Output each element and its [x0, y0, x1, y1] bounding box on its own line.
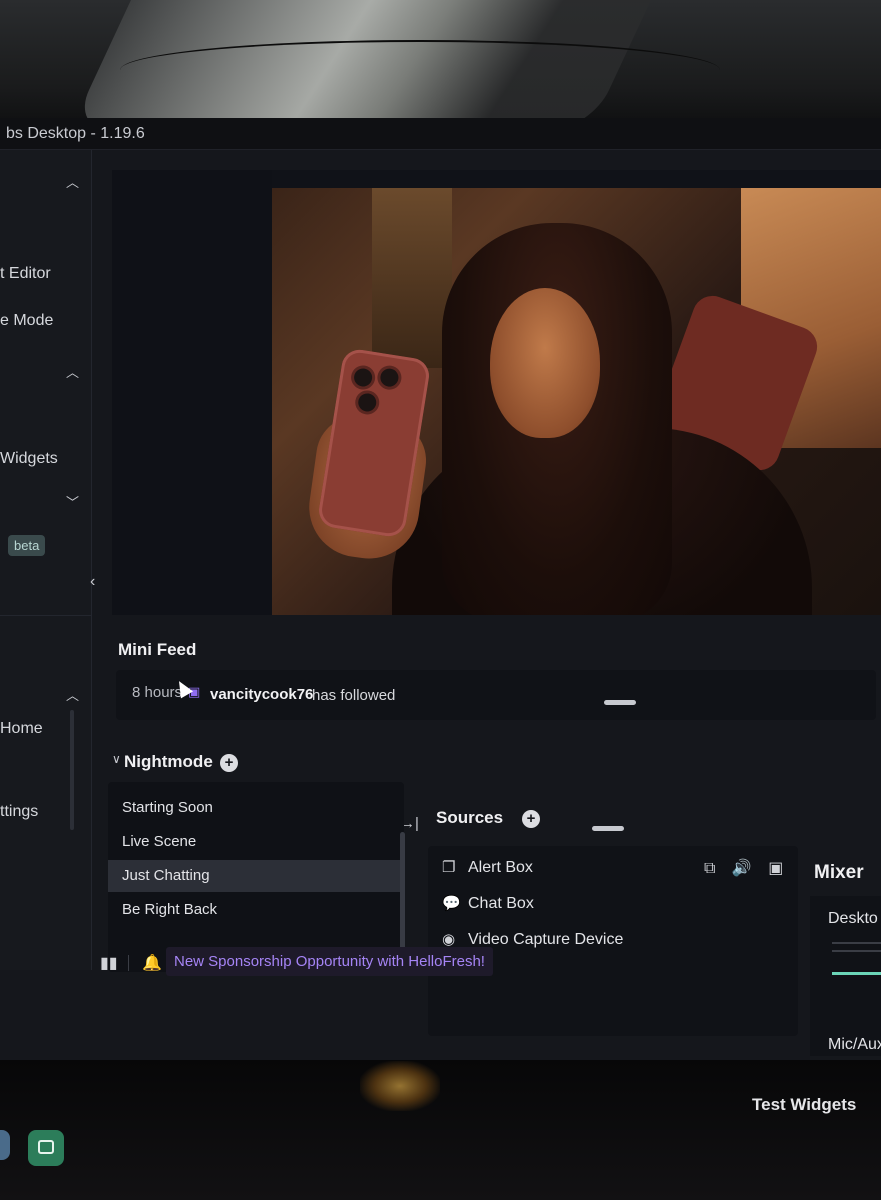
- mixer-title: Mixer: [814, 862, 864, 883]
- resize-handle[interactable]: [604, 700, 636, 705]
- webcam-icon: ◉: [442, 931, 456, 948]
- webcam-feed: [272, 188, 881, 615]
- feed-event[interactable]: 8 hours ▣ vancitycook76 has followed: [116, 670, 876, 720]
- stats-icon[interactable]: ▮▮: [100, 953, 118, 973]
- sidebar-divider: [0, 615, 92, 616]
- sidebar-item-mode[interactable]: e Mode: [0, 312, 53, 330]
- mini-feed: Mini Feed 8 hours ▣ vancitycook76 has fo…: [102, 618, 881, 738]
- mixer-channel-desktop: Deskto: [828, 910, 878, 927]
- chevron-up-icon[interactable]: ︿: [66, 362, 79, 381]
- display-source-icon[interactable]: ⧉: [704, 860, 715, 878]
- mixer-panel: Mixer Deskto Mic/Aux: [806, 858, 881, 1058]
- light-reflection: [360, 1061, 440, 1111]
- add-scene-icon[interactable]: +: [220, 754, 238, 772]
- camera-lens: [356, 392, 378, 413]
- scenes-panel: ∨ Nightmode + |→| Starting Soon Live Sce…: [102, 740, 422, 972]
- streamlabs-taskbar-icon[interactable]: [28, 1130, 64, 1166]
- taskbar-app-icon[interactable]: [0, 1130, 10, 1160]
- scene-item-live-scene[interactable]: Live Scene: [108, 826, 404, 858]
- footer-divider: [128, 955, 129, 971]
- sources-panel: Sources + ❐ Alert Box 💬 Chat Box ◉ Video Ca…: [424, 798, 804, 1043]
- notification-bell-icon[interactable]: 🔔: [142, 953, 162, 973]
- source-label: Chat Box: [468, 895, 534, 912]
- preview-letterbox: [112, 170, 272, 615]
- left-sidebar: ︿ t Editor e Mode ︿ Widgets ﹀ beta ︿ Hom…: [0, 150, 92, 970]
- chevron-up-icon[interactable]: ︿: [66, 172, 79, 191]
- mixer-channel-mic: Mic/Aux: [828, 1036, 881, 1053]
- collapse-rail: [92, 150, 112, 620]
- scene-item-be-right-back[interactable]: Be Right Back: [108, 894, 404, 926]
- volume-track: [832, 942, 881, 944]
- camera-lens: [352, 367, 374, 388]
- streamlabs-logo: [38, 1140, 54, 1154]
- room-background-top: [0, 0, 881, 125]
- sidebar-item-home[interactable]: Home: [0, 720, 43, 738]
- chevron-up-icon[interactable]: ︿: [66, 685, 79, 704]
- scene-item-just-chatting[interactable]: Just Chatting: [108, 860, 404, 892]
- alert-box-icon: ❐: [442, 859, 456, 876]
- volume-track: [832, 950, 881, 952]
- camera-lens: [379, 367, 400, 388]
- scene-scrollbar[interactable]: [400, 832, 405, 952]
- sidebar-item-editor[interactable]: t Editor: [0, 265, 51, 283]
- chevron-down-icon[interactable]: ﹀: [66, 492, 79, 511]
- audio-source-icon[interactable]: 🔊: [732, 858, 752, 878]
- add-folder-icon[interactable]: ▣: [768, 858, 783, 878]
- sidebar-scrollbar[interactable]: [70, 710, 74, 830]
- scene-item-starting-soon[interactable]: Starting Soon: [108, 792, 404, 824]
- person-face: [490, 288, 600, 438]
- event-user[interactable]: vancitycook76: [210, 686, 313, 703]
- source-label: Alert Box: [468, 859, 533, 876]
- notification-banner[interactable]: New Sponsorship Opportunity with HelloFr…: [166, 947, 493, 976]
- scene-collection-title[interactable]: Nightmode: [124, 752, 213, 772]
- sources-title: Sources: [436, 808, 504, 827]
- cable: [120, 40, 720, 100]
- streamlabs-window: bs Desktop - 1.19.6 ︿ t Editor e Mode ︿ …: [0, 118, 881, 1078]
- window-title: bs Desktop - 1.19.6: [6, 125, 145, 142]
- mini-feed-title: Mini Feed: [118, 640, 197, 659]
- test-widgets-button[interactable]: Test Widgets: [752, 1095, 856, 1115]
- title-bar: bs Desktop - 1.19.6: [0, 118, 881, 150]
- source-toolbar: ⧉ 🔊 ▣: [704, 858, 795, 878]
- stream-preview: [112, 170, 881, 615]
- source-label: Video Capture Device: [468, 931, 624, 948]
- sidebar-item-widgets[interactable]: Widgets: [0, 450, 58, 468]
- sidebar-item-settings[interactable]: ttings: [0, 803, 38, 821]
- volume-slider[interactable]: [832, 972, 881, 975]
- background-door: [372, 188, 452, 368]
- collection-dropdown-icon[interactable]: ∨: [112, 752, 121, 766]
- source-item-chat-box[interactable]: 💬 Chat Box: [442, 894, 534, 913]
- add-source-icon[interactable]: +: [522, 810, 540, 828]
- collapse-sidebar-icon[interactable]: ‹: [90, 573, 104, 593]
- chat-box-icon: 💬: [442, 895, 461, 912]
- event-action: has followed: [312, 687, 396, 704]
- resize-handle[interactable]: [592, 826, 624, 831]
- footer-bar: ▮▮ 🔔 New Sponsorship Opportunity with He…: [88, 943, 493, 993]
- beta-badge: beta: [8, 535, 46, 556]
- mixer-channels: Deskto Mic/Aux: [810, 896, 881, 1056]
- source-item-alert-box[interactable]: ❐ Alert Box: [442, 858, 533, 877]
- room-background-bottom: [0, 1060, 881, 1200]
